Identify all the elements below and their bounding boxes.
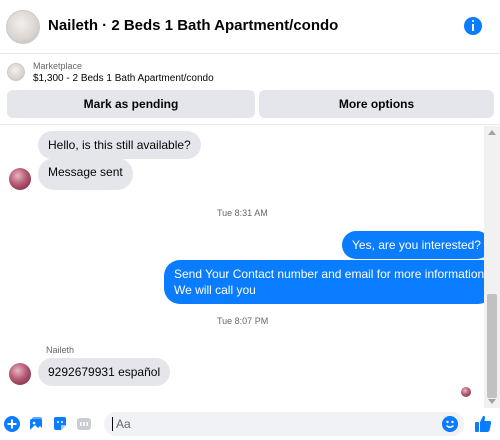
more-options-button[interactable]: More options [259,90,494,118]
marketplace-listing-panel: Marketplace $1,300 - 2 Beds 1 Bath Apart… [0,55,500,125]
listing-source: Marketplace [33,61,83,71]
message-line: We will call you [174,283,256,297]
message-outgoing[interactable]: Yes, are you interested? [342,231,491,259]
sender-avatar[interactable] [9,168,31,190]
plus-circle-icon[interactable] [4,416,20,432]
mark-as-pending-button[interactable]: Mark as pending [7,90,255,118]
message-outgoing[interactable]: Send Your Contact number and email for m… [164,260,495,304]
sender-avatar[interactable] [9,363,31,385]
sender-name: Naileth [46,345,75,355]
sticker-icon[interactable] [52,416,68,432]
message-list: Hello, is this still available? Message … [0,126,495,408]
conversation-header: Naileth · 2 Beds 1 Bath Apartment/condo [0,0,500,54]
thumbs-up-icon[interactable] [474,415,492,433]
message-incoming[interactable]: 9292679931 español [38,358,171,386]
gif-icon[interactable] [76,416,92,432]
read-receipt-avatar [461,387,471,397]
listing-avatar[interactable] [6,10,40,44]
message-timestamp: Tue 8:07 PM [217,316,269,326]
message-incoming[interactable]: Hello, is this still available? [38,131,201,159]
message-incoming[interactable]: Message sent [38,158,133,190]
emoji-icon[interactable] [442,416,458,432]
message-line: Send Your Contact number and email for m… [174,267,485,281]
scroll-thumb[interactable] [487,294,497,398]
message-composer: Aa [0,408,500,440]
message-scrollbar[interactable] [484,126,500,408]
scroll-up-arrow-icon[interactable] [488,130,496,135]
message-timestamp: Tue 8:31 AM [217,208,268,218]
scroll-down-arrow-icon[interactable] [488,399,496,404]
message-input-placeholder: Aa [116,417,131,431]
photo-icon[interactable] [28,416,44,432]
message-input[interactable]: Aa [104,412,464,436]
listing-thumbnail[interactable] [7,63,25,81]
text-caret [112,417,113,431]
conversation-title[interactable]: Naileth · 2 Beds 1 Bath Apartment/condo [48,17,338,34]
info-icon[interactable] [464,17,482,35]
listing-description[interactable]: $1,300 - 2 Beds 1 Bath Apartment/condo [33,73,214,84]
